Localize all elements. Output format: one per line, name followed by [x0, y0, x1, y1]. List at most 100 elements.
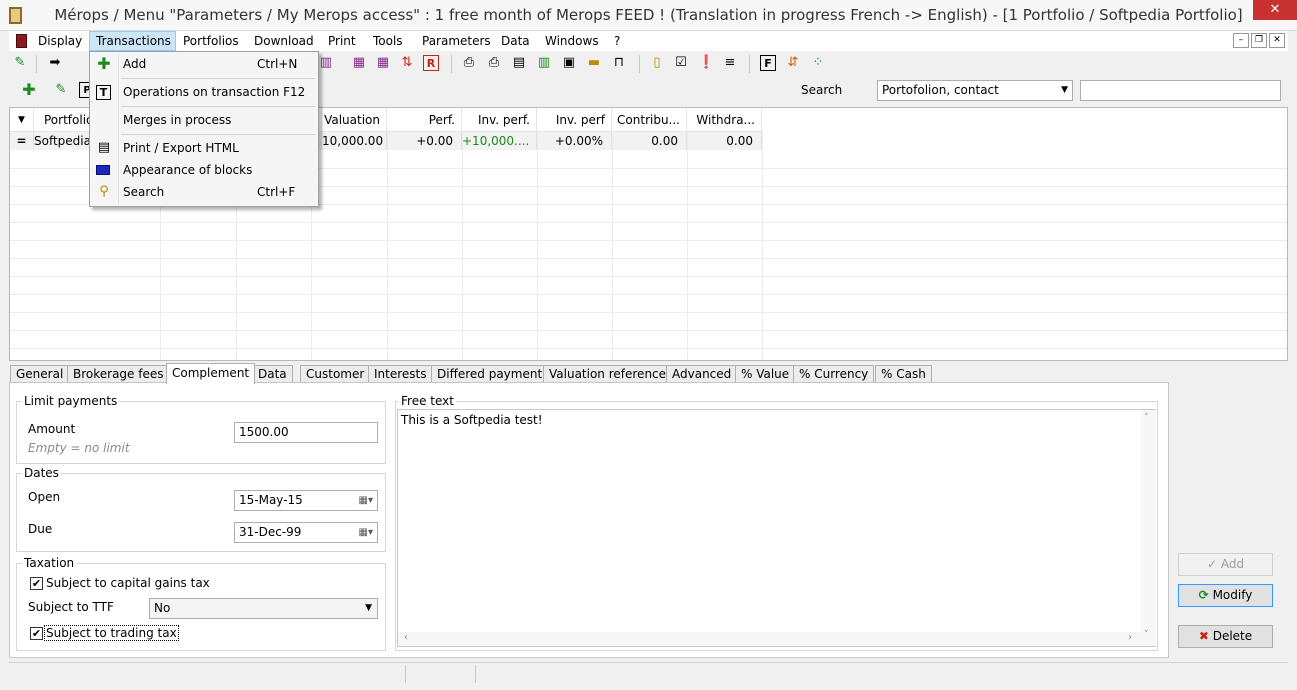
col-inv-perf[interactable]: Inv. perf. — [462, 108, 537, 132]
ruler-icon[interactable]: ▬ — [586, 55, 602, 71]
menu-item-print-export[interactable]: ▤ Print / Export HTML — [92, 137, 316, 159]
tab-data[interactable]: Data — [252, 365, 293, 383]
col-withdrawals[interactable]: Withdra... — [687, 108, 762, 132]
list-icon[interactable]: ≡ — [722, 55, 738, 71]
tab-differed-payment[interactable]: Differed payment — [431, 365, 549, 383]
menu-download[interactable]: Download — [254, 31, 314, 51]
tab-customer[interactable]: Customer — [300, 365, 371, 383]
tab-brokerage-fees[interactable]: Brokerage fees — [67, 365, 170, 383]
report-r-icon[interactable]: R — [423, 55, 439, 71]
ttf-select[interactable]: No ▼ — [149, 598, 378, 619]
due-date-picker[interactable]: 31-Dec-99 ▦▾ — [234, 522, 378, 543]
modify-button[interactable]: ⟳ Modify — [1178, 584, 1273, 607]
horizontal-scrollbar[interactable]: ‹ › — [398, 632, 1141, 646]
toolbar-separator — [749, 55, 750, 73]
menu-display[interactable]: Display — [38, 31, 82, 51]
tab-pct-value[interactable]: % Value — [735, 365, 796, 383]
col-inv-perf-pct[interactable]: Inv. perf — [537, 108, 612, 132]
chevron-down-icon: ▼ — [1061, 85, 1068, 95]
capital-gains-label[interactable]: Subject to capital gains tax — [46, 576, 210, 590]
add-portfolio-icon[interactable]: ✚ — [21, 82, 37, 98]
window-close-button[interactable]: ✕ — [1253, 0, 1297, 20]
scroll-left-icon[interactable]: ‹ — [404, 632, 408, 643]
table-icon[interactable]: ▤ — [511, 55, 527, 71]
cell-perf[interactable]: +0.00 — [387, 132, 462, 150]
tab-interests[interactable]: Interests — [368, 365, 433, 383]
grid-purple-icon[interactable]: ▦ — [351, 55, 367, 71]
tab-pct-cash[interactable]: % Cash — [875, 365, 932, 383]
grid-line — [687, 132, 688, 360]
menu-item-merges[interactable]: Merges in process — [92, 109, 316, 131]
trading-tax-label[interactable]: Subject to trading tax — [44, 625, 179, 641]
menu-help[interactable]: ? — [614, 31, 620, 51]
menu-windows[interactable]: Windows — [545, 31, 599, 51]
open-date-picker[interactable]: 15-May-15 ▦▾ — [234, 490, 378, 511]
export-arrow-icon[interactable]: ➡ — [47, 55, 63, 71]
free-text-area[interactable]: This is a Softpedia test! ˄ ˅ ‹ › — [397, 409, 1156, 647]
calculator-icon[interactable]: ▯ — [649, 55, 665, 71]
format-f-icon[interactable]: F — [760, 55, 776, 71]
trading-tax-checkbox[interactable]: ✔ — [30, 627, 43, 640]
printer-icon[interactable]: ⎙ — [461, 55, 477, 71]
grid-purple-icon-2[interactable]: ▦ — [375, 55, 391, 71]
chart-purple-icon[interactable]: ▥ — [318, 55, 334, 71]
menu-print[interactable]: Print — [328, 31, 356, 51]
cell-withdrawals[interactable]: 0.00 — [687, 132, 762, 150]
col-perf[interactable]: Perf. — [387, 108, 462, 132]
scroll-down-icon[interactable]: ˅ — [1144, 630, 1149, 640]
mdi-restore-button[interactable]: ❐ — [1251, 33, 1267, 48]
free-text-title: Free text — [399, 394, 456, 408]
col-contributions[interactable]: Contribu... — [612, 108, 687, 132]
tag-icon[interactable]: ✎ — [12, 55, 28, 71]
cell-inv-perf[interactable]: +10,000.... — [462, 132, 537, 150]
warning-icon[interactable]: ❗ — [698, 55, 714, 71]
tab-complement[interactable]: Complement — [166, 363, 256, 384]
binoculars-icon: ⚲ — [99, 184, 109, 199]
scroll-right-icon[interactable]: › — [1128, 632, 1132, 643]
sort-icon[interactable]: ⇵ — [785, 55, 801, 71]
menu-item-add[interactable]: ✚ Add Ctrl+N — [92, 53, 316, 75]
tab-pct-currency[interactable]: % Currency — [793, 365, 875, 383]
tag-icon-2[interactable]: ✎ — [53, 82, 69, 98]
tab-general[interactable]: General — [10, 365, 70, 383]
menu-tools[interactable]: Tools — [373, 31, 403, 51]
delete-button[interactable]: ✖ Delete — [1178, 625, 1273, 648]
image-icon[interactable]: ▣ — [561, 55, 577, 71]
add-button[interactable]: ✓ Add — [1178, 553, 1273, 576]
up-down-arrows-icon[interactable]: ⇅ — [399, 55, 415, 71]
cell-inv-perf-pct[interactable]: +0.00% — [537, 132, 612, 150]
search-input[interactable] — [1080, 80, 1281, 101]
scroll-up-icon[interactable]: ˄ — [1144, 413, 1149, 423]
cell-valuation[interactable]: 10,000.00 — [322, 132, 387, 150]
dots-grid-icon[interactable]: ⁘ — [810, 55, 826, 71]
tab-advanced[interactable]: Advanced — [666, 365, 738, 383]
menu-transactions[interactable]: Transactions — [89, 31, 176, 51]
vertical-scrollbar[interactable]: ˄ ˅ — [1141, 410, 1156, 646]
menu-item-appearance[interactable]: Appearance of blocks — [92, 159, 316, 181]
columns-icon[interactable]: ▥ — [536, 55, 552, 71]
menu-parameters[interactable]: Parameters — [422, 31, 491, 51]
mdi-close-button[interactable]: ✕ — [1269, 33, 1285, 48]
checklist-icon[interactable]: ☑ — [673, 55, 689, 71]
menu-item-search-label: Search — [123, 185, 165, 199]
transaction-t-icon: T — [96, 85, 111, 100]
calendar-icon[interactable]: ▦▾ — [359, 491, 373, 510]
grid-line — [387, 132, 388, 360]
blocks-icon — [96, 165, 110, 175]
capital-gains-checkbox[interactable]: ✔ — [30, 577, 43, 590]
printer-icon-2[interactable]: ⎙ — [486, 55, 502, 71]
grid-line — [10, 330, 1287, 331]
menu-portfolios[interactable]: Portfolios — [183, 31, 239, 51]
calendar-icon[interactable]: ▦▾ — [359, 523, 373, 542]
sort-triangle-icon[interactable]: ▼ — [10, 108, 34, 132]
search-scope-select[interactable]: Portofolion, contact ▼ — [877, 80, 1073, 101]
menu-item-operations[interactable]: T Operations on transaction F12 — [92, 81, 316, 103]
col-valuation[interactable]: Valuation — [322, 108, 387, 132]
menu-item-search[interactable]: ⚲ Search Ctrl+F — [92, 181, 316, 203]
tab-valuation-reference[interactable]: Valuation reference — [543, 365, 673, 383]
menu-data[interactable]: Data — [501, 31, 530, 51]
amount-input[interactable]: 1500.00 — [234, 422, 378, 443]
cell-contributions[interactable]: 0.00 — [612, 132, 687, 150]
shape-icon[interactable]: ⊓ — [611, 55, 627, 71]
mdi-minimize-button[interactable]: – — [1233, 33, 1249, 48]
